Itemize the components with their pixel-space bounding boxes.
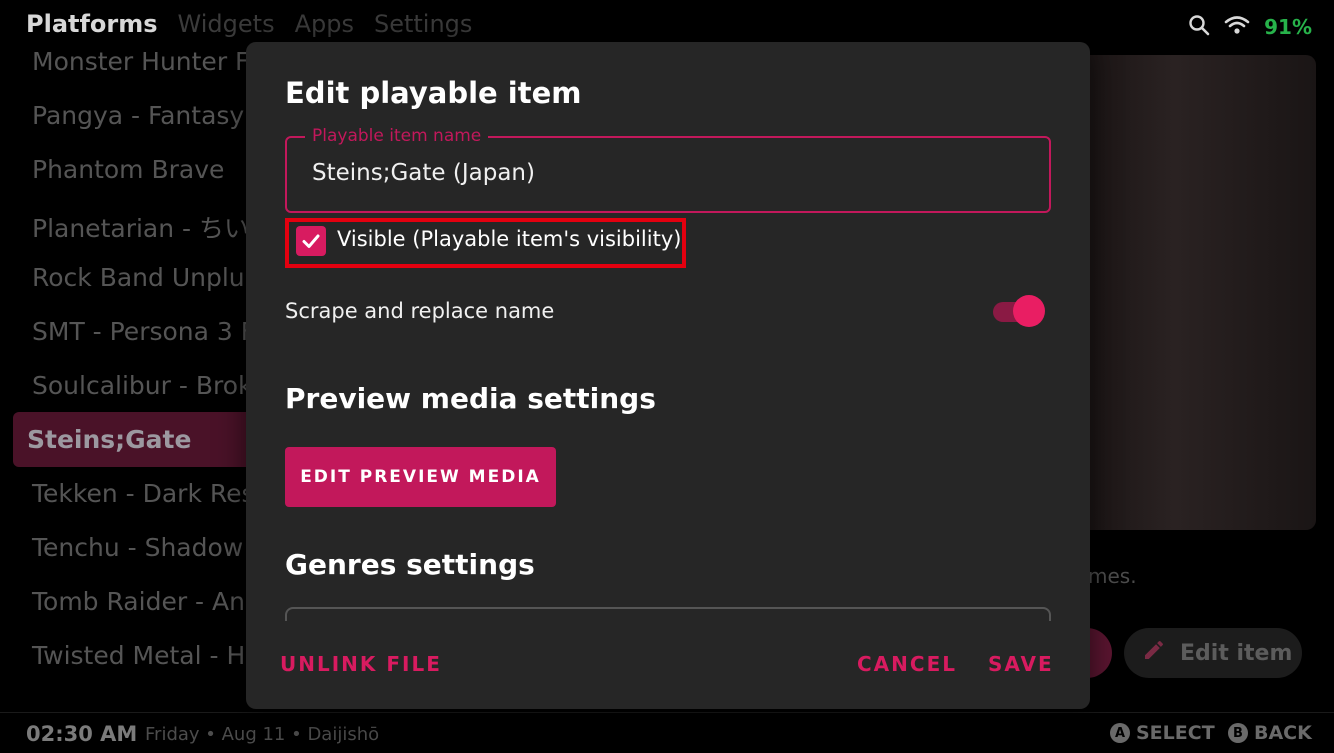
tab-settings[interactable]: Settings <box>374 10 472 38</box>
scrape-toggle-thumb[interactable] <box>1013 295 1045 327</box>
edit-item-label: Edit item <box>1180 640 1293 666</box>
list-item[interactable]: Pangya - Fantasy <box>32 101 244 130</box>
select-hint: A SELECT <box>1110 722 1215 744</box>
list-item[interactable]: Rock Band Unplug <box>32 263 261 292</box>
field-label: Playable item name <box>305 126 489 146</box>
status-bar: 91% <box>1188 14 1312 40</box>
unlink-file-button[interactable]: UNLINK FILE <box>280 652 442 676</box>
bottom-bar: 02:30 AM Friday • Aug 11 • Daijishō A SE… <box>0 712 1334 753</box>
pencil-icon <box>1142 638 1166 668</box>
dialog-title: Edit playable item <box>285 76 582 110</box>
edit-playable-item-dialog: Edit playable item Playable item name St… <box>246 42 1090 709</box>
genres-field[interactable] <box>285 607 1051 621</box>
checkmark-icon <box>302 234 320 248</box>
list-item[interactable]: Monster Hunter Fr <box>32 47 258 76</box>
visible-label[interactable]: Visible (Playable item's visibility) <box>337 227 681 251</box>
a-button-icon: A <box>1110 723 1130 743</box>
b-button-icon: B <box>1228 723 1248 743</box>
list-item[interactable]: Tekken - Dark Res <box>32 479 255 508</box>
list-item[interactable]: Soulcalibur - Broke <box>32 371 267 400</box>
save-button[interactable]: SAVE <box>988 652 1054 676</box>
list-item[interactable]: Planetarian - ちい <box>32 209 249 245</box>
game-artwork <box>1080 55 1316 530</box>
list-item-selected[interactable]: Steins;Gate <box>13 412 263 467</box>
preview-section-title: Preview media settings <box>285 382 656 415</box>
tab-apps[interactable]: Apps <box>295 10 354 38</box>
list-item[interactable]: Tomb Raider - Ann <box>32 587 261 616</box>
top-navigation: Platforms Widgets Apps Settings <box>26 10 472 38</box>
select-hint-label: SELECT <box>1136 722 1215 744</box>
list-item[interactable]: Twisted Metal - He <box>32 641 261 670</box>
edit-preview-media-button[interactable]: EDIT PREVIEW MEDIA <box>285 447 556 507</box>
playable-item-name-field[interactable]: Playable item name Steins;Gate (Japan) <box>285 126 1051 213</box>
game-description: mes. <box>1088 564 1137 588</box>
edit-item-button[interactable]: Edit item <box>1124 628 1302 678</box>
tab-platforms[interactable]: Platforms <box>26 10 158 38</box>
search-icon[interactable] <box>1188 14 1210 40</box>
genres-section-title: Genres settings <box>285 548 535 581</box>
battery-percentage: 91% <box>1264 15 1312 39</box>
list-item[interactable]: Tenchu - Shadow A <box>32 533 268 562</box>
back-hint-label: BACK <box>1254 722 1312 744</box>
list-item[interactable]: SMT - Persona 3 F <box>32 317 255 346</box>
tab-widgets[interactable]: Widgets <box>178 10 275 38</box>
cancel-button[interactable]: CANCEL <box>857 652 957 676</box>
field-value[interactable]: Steins;Gate (Japan) <box>312 160 535 186</box>
visible-checkbox[interactable] <box>296 226 326 256</box>
scrape-toggle-label: Scrape and replace name <box>285 299 555 323</box>
list-item[interactable]: Phantom Brave <box>32 155 224 184</box>
clock: 02:30 AM <box>26 722 138 746</box>
back-hint: B BACK <box>1228 722 1312 744</box>
wifi-icon <box>1224 15 1250 39</box>
date-info: Friday • Aug 11 • Daijishō <box>145 724 380 745</box>
